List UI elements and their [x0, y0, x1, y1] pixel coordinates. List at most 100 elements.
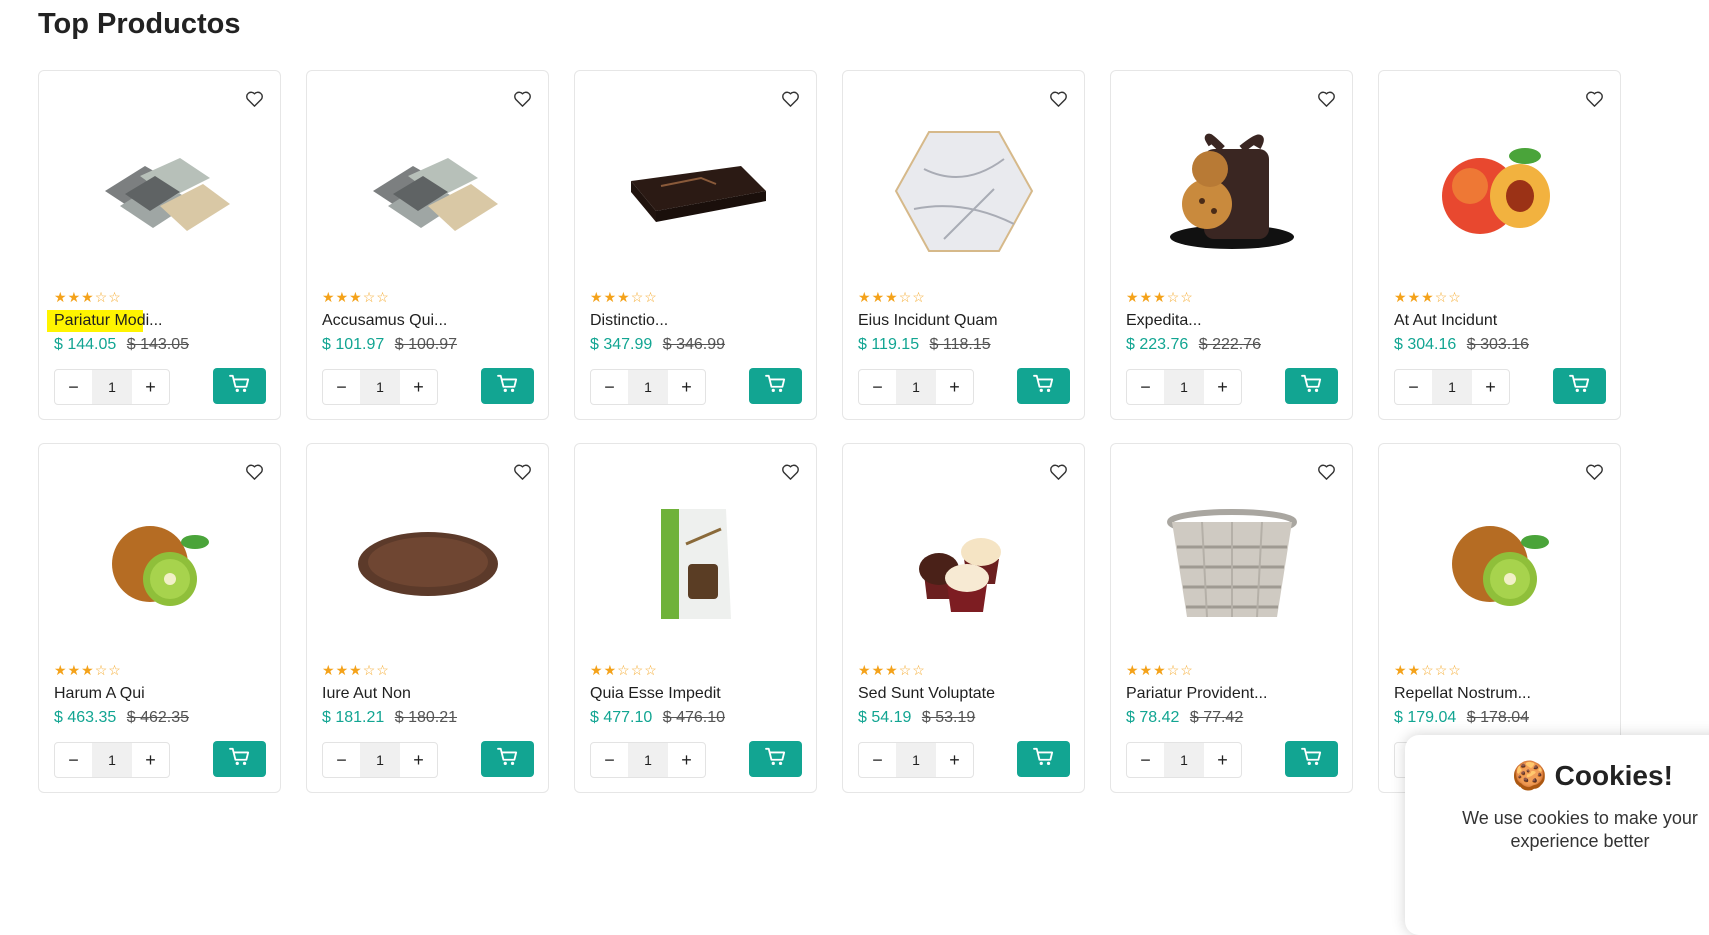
- quantity-value[interactable]: 1: [360, 370, 400, 404]
- heart-icon[interactable]: [1582, 460, 1606, 484]
- product-name[interactable]: Expedita...: [1126, 310, 1202, 332]
- quantity-value[interactable]: 1: [896, 370, 936, 404]
- decrease-qty-button[interactable]: −: [859, 743, 896, 777]
- decrease-qty-button[interactable]: −: [859, 370, 896, 404]
- decrease-qty-button[interactable]: −: [323, 370, 360, 404]
- product-image[interactable]: [863, 111, 1064, 271]
- product-image[interactable]: [863, 484, 1064, 644]
- heart-icon[interactable]: [778, 87, 802, 111]
- product-image[interactable]: [1399, 111, 1600, 271]
- product-card[interactable]: ★★★☆☆ Accusamus Qui... $ 101.97 $ 100.97…: [306, 70, 549, 420]
- decrease-qty-button[interactable]: −: [323, 743, 360, 777]
- add-to-cart-button[interactable]: [1285, 741, 1338, 777]
- quantity-value[interactable]: 1: [1164, 370, 1204, 404]
- quantity-value[interactable]: 1: [360, 743, 400, 777]
- heart-icon[interactable]: [242, 460, 266, 484]
- product-card[interactable]: ★★★☆☆ At Aut Incidunt $ 304.16 $ 303.16 …: [1378, 70, 1621, 420]
- increase-qty-button[interactable]: +: [936, 743, 973, 777]
- product-card[interactable]: ★★★☆☆ Distinctio... $ 347.99 $ 346.99 − …: [574, 70, 817, 420]
- increase-qty-button[interactable]: +: [668, 743, 705, 777]
- quantity-value[interactable]: 1: [92, 743, 132, 777]
- add-to-cart-button[interactable]: [1017, 368, 1070, 404]
- add-to-cart-button[interactable]: [213, 368, 266, 404]
- increase-qty-button[interactable]: +: [936, 370, 973, 404]
- star-empty-icon: ☆: [1434, 662, 1449, 678]
- add-to-cart-button[interactable]: [481, 368, 534, 404]
- product-name[interactable]: Accusamus Qui...: [322, 310, 447, 332]
- product-name[interactable]: Quia Esse Impedit: [590, 683, 721, 705]
- increase-qty-button[interactable]: +: [132, 743, 169, 777]
- product-image[interactable]: [327, 484, 528, 644]
- quantity-value[interactable]: 1: [628, 370, 668, 404]
- product-name[interactable]: Pariatur Provident...: [1126, 683, 1267, 705]
- product-image[interactable]: [59, 484, 260, 644]
- quantity-value[interactable]: 1: [1432, 370, 1472, 404]
- add-to-cart-button[interactable]: [1285, 368, 1338, 404]
- heart-icon[interactable]: [242, 87, 266, 111]
- add-to-cart-button[interactable]: [1017, 741, 1070, 777]
- add-to-cart-button[interactable]: [749, 368, 802, 404]
- heart-icon[interactable]: [510, 460, 534, 484]
- product-name[interactable]: Eius Incidunt Quam: [858, 310, 998, 332]
- product-old-price: $ 143.05: [126, 336, 190, 353]
- product-name[interactable]: Iure Aut Non: [322, 683, 411, 705]
- decrease-qty-button[interactable]: −: [1127, 370, 1164, 404]
- heart-icon[interactable]: [778, 460, 802, 484]
- product-card[interactable]: ★★★☆☆ Expedita... $ 223.76 $ 222.76 − 1 …: [1110, 70, 1353, 420]
- add-to-cart-button[interactable]: [1553, 368, 1606, 404]
- decrease-qty-button[interactable]: −: [1127, 743, 1164, 777]
- add-to-cart-button[interactable]: [749, 741, 802, 777]
- product-old-price: $ 462.35: [126, 709, 190, 726]
- decrease-qty-button[interactable]: −: [1395, 370, 1432, 404]
- product-card[interactable]: ★★★☆☆ Sed Sunt Voluptate $ 54.19 $ 53.19…: [842, 443, 1085, 793]
- increase-qty-button[interactable]: +: [400, 370, 437, 404]
- add-to-cart-button[interactable]: [213, 741, 266, 777]
- star-filled-icon: ★: [1407, 289, 1422, 305]
- heart-icon[interactable]: [1582, 87, 1606, 111]
- decrease-qty-button[interactable]: −: [55, 743, 92, 777]
- decrease-qty-button[interactable]: −: [55, 370, 92, 404]
- quantity-stepper: − 1 +: [322, 742, 438, 778]
- add-to-cart-button[interactable]: [481, 741, 534, 777]
- heart-icon[interactable]: [1046, 87, 1070, 111]
- heart-icon[interactable]: [1046, 460, 1070, 484]
- product-name[interactable]: Sed Sunt Voluptate: [858, 683, 995, 705]
- decrease-qty-button[interactable]: −: [591, 370, 628, 404]
- product-card[interactable]: ★★★☆☆ Pariatur Provident... $ 78.42 $ 77…: [1110, 443, 1353, 793]
- product-card[interactable]: ★★★☆☆ Eius Incidunt Quam $ 119.15 $ 118.…: [842, 70, 1085, 420]
- product-image[interactable]: [1399, 484, 1600, 644]
- heart-icon[interactable]: [510, 87, 534, 111]
- product-name[interactable]: Distinctio...: [590, 310, 668, 332]
- product-image[interactable]: [1131, 484, 1332, 644]
- increase-qty-button[interactable]: +: [1472, 370, 1509, 404]
- product-name[interactable]: Pariatur Modi...: [47, 310, 163, 332]
- product-image[interactable]: [59, 111, 260, 271]
- product-card[interactable]: ★★★☆☆ Iure Aut Non $ 181.21 $ 180.21 − 1…: [306, 443, 549, 793]
- heart-icon[interactable]: [1314, 460, 1338, 484]
- decrease-qty-button[interactable]: −: [591, 743, 628, 777]
- product-card[interactable]: ★★☆☆☆ Quia Esse Impedit $ 477.10 $ 476.1…: [574, 443, 817, 793]
- product-name[interactable]: At Aut Incidunt: [1394, 310, 1497, 332]
- product-image[interactable]: [327, 111, 528, 271]
- quantity-stepper: − 1 +: [1126, 369, 1242, 405]
- quantity-value[interactable]: 1: [628, 743, 668, 777]
- product-name[interactable]: Harum A Qui: [54, 683, 145, 705]
- cart-icon: [1032, 374, 1055, 399]
- heart-icon[interactable]: [1314, 87, 1338, 111]
- product-image[interactable]: [595, 484, 796, 644]
- star-empty-icon: ☆: [898, 289, 913, 305]
- quantity-value[interactable]: 1: [1164, 743, 1204, 777]
- product-name[interactable]: Repellat Nostrum...: [1394, 683, 1531, 705]
- product-card[interactable]: ★★★☆☆ Pariatur Modi... $ 144.05 $ 143.05…: [38, 70, 281, 420]
- increase-qty-button[interactable]: +: [1204, 370, 1241, 404]
- quantity-value[interactable]: 1: [896, 743, 936, 777]
- increase-qty-button[interactable]: +: [400, 743, 437, 777]
- cart-icon: [1032, 747, 1055, 772]
- quantity-value[interactable]: 1: [92, 370, 132, 404]
- product-card[interactable]: ★★★☆☆ Harum A Qui $ 463.35 $ 462.35 − 1 …: [38, 443, 281, 793]
- product-image[interactable]: [595, 111, 796, 271]
- increase-qty-button[interactable]: +: [132, 370, 169, 404]
- increase-qty-button[interactable]: +: [668, 370, 705, 404]
- product-image[interactable]: [1131, 111, 1332, 271]
- increase-qty-button[interactable]: +: [1204, 743, 1241, 777]
